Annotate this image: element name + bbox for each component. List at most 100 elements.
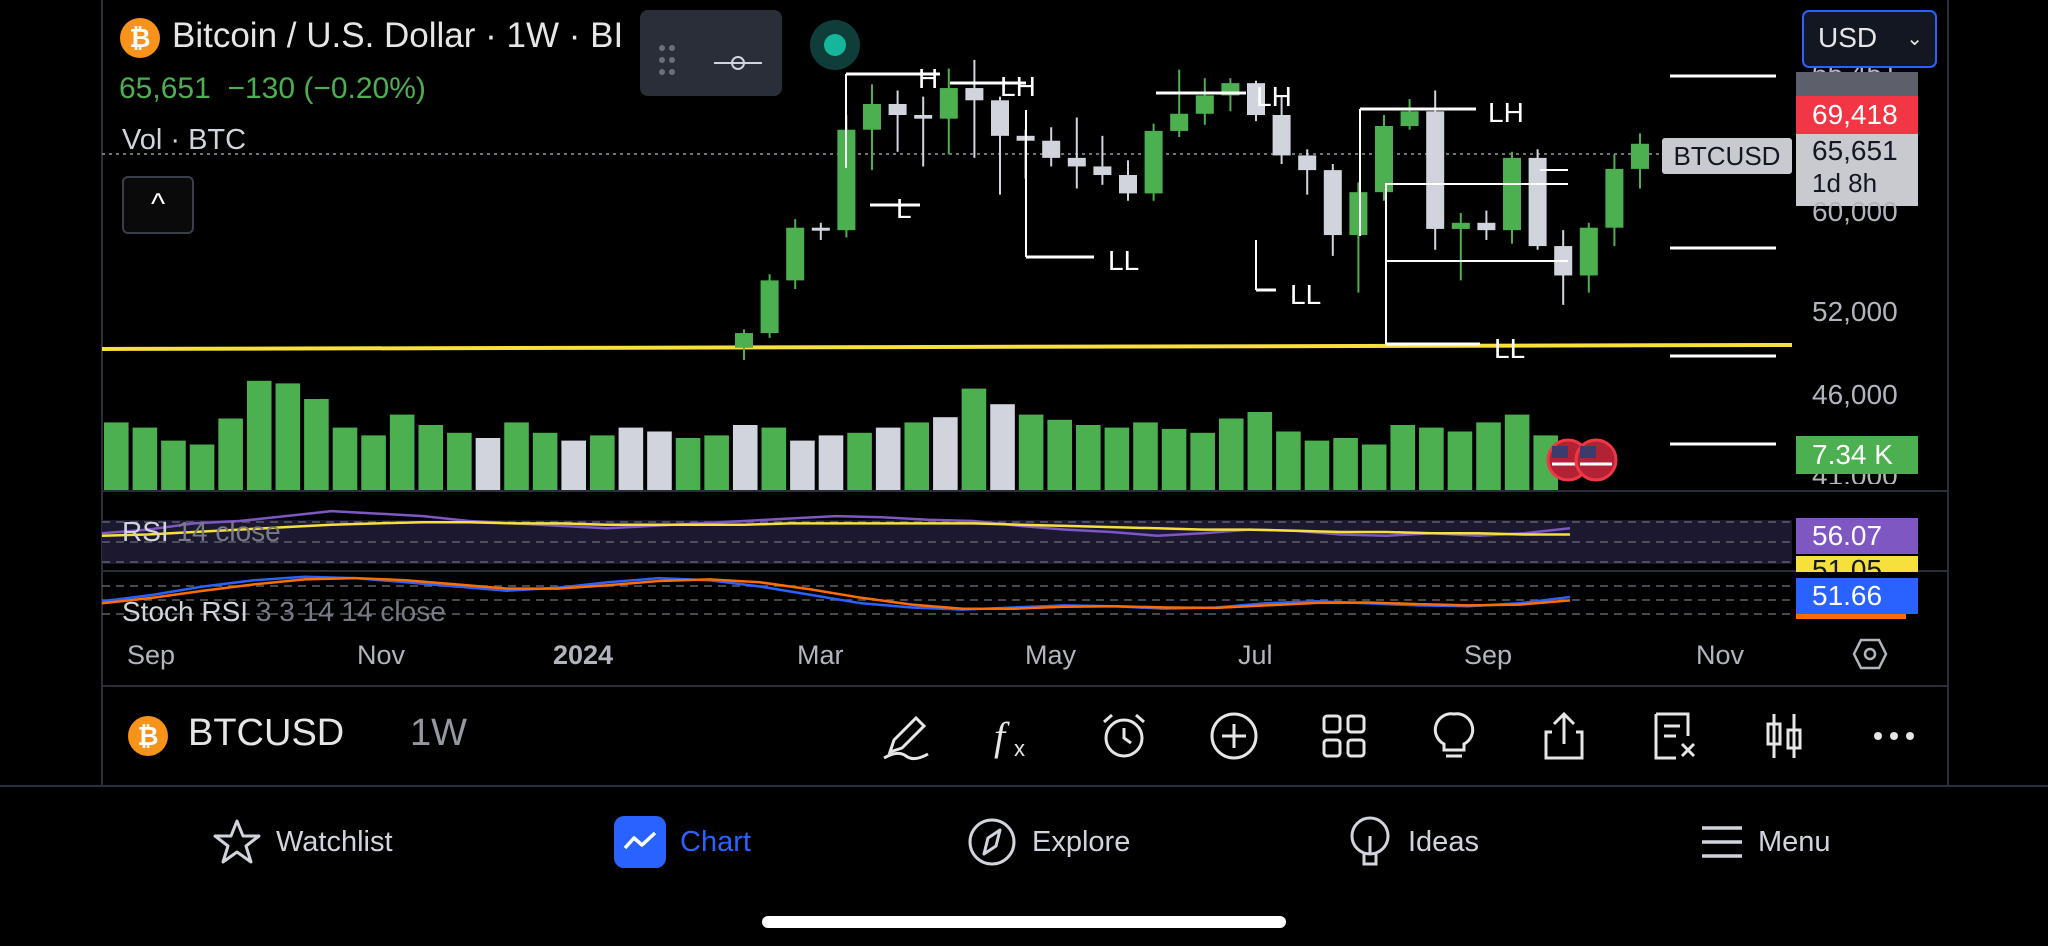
toolbar-coin-icon: ₿	[128, 716, 168, 756]
volume-bar	[1047, 419, 1072, 490]
candle-body	[991, 100, 1009, 136]
volume-bar	[790, 440, 815, 490]
alarm-icon[interactable]	[1094, 706, 1154, 766]
nav-ideas-label: Ideas	[1408, 825, 1479, 858]
price-tick-46000: 46,000	[1812, 379, 1898, 410]
support-trend-line	[101, 342, 1793, 351]
candle-body	[1477, 222, 1496, 231]
collapse-legend-button[interactable]: ^	[122, 176, 194, 234]
currency-select[interactable]: USD ⌄	[1802, 10, 1937, 68]
live-status-dot	[810, 20, 860, 70]
rsi-legend[interactable]: RSI 14 close	[122, 516, 281, 548]
volume-badge: 7.34 K	[1796, 436, 1918, 474]
us-flag-canton	[1580, 446, 1596, 458]
lightbulb-icon[interactable]	[1424, 706, 1484, 766]
svg-text:f: f	[994, 714, 1010, 759]
volume-bar	[818, 435, 844, 490]
last-price: 65,651	[1812, 135, 1898, 166]
candle-body	[863, 103, 881, 130]
volume-bar	[561, 440, 586, 490]
share-icon[interactable]	[1534, 706, 1594, 766]
currency-value: USD	[1818, 22, 1878, 53]
function-icon[interactable]: f x	[984, 706, 1044, 766]
rsi-params: 14 close	[176, 516, 281, 547]
candle-body	[1323, 170, 1342, 236]
candle-body	[1528, 157, 1547, 247]
bulb-icon	[1350, 816, 1390, 866]
candle-body	[1400, 111, 1419, 127]
plus-circle-icon[interactable]	[1204, 706, 1264, 766]
volume-bar	[618, 427, 644, 490]
compass-icon	[968, 818, 1016, 866]
settings-hex-icon[interactable]	[1852, 636, 1888, 672]
us-flag-canton	[1552, 446, 1568, 458]
volume-bar	[1133, 422, 1158, 490]
volume-bar	[504, 422, 529, 490]
swing-label: L	[896, 193, 912, 224]
stoch-params: 3 3 14 14 close	[255, 596, 446, 627]
volume-bar	[961, 388, 987, 490]
volume-bar	[1276, 431, 1301, 490]
swing-label: LL	[1290, 279, 1321, 310]
volume-bar	[675, 438, 701, 490]
chart-icon	[614, 816, 666, 868]
more-icon[interactable]	[1864, 706, 1924, 766]
nav-explore[interactable]: Explore	[966, 812, 1130, 872]
volume-bar	[1504, 414, 1530, 490]
drawing-toolbar-handle[interactable]	[640, 10, 782, 96]
candle-body	[1503, 157, 1521, 231]
svg-text:x: x	[1014, 736, 1025, 761]
volume-bar	[904, 422, 930, 490]
nav-chart[interactable]: Chart	[614, 812, 751, 872]
swing-label: LL	[1108, 245, 1139, 276]
toolbar-symbol[interactable]: BTCUSD	[188, 712, 344, 755]
home-indicator[interactable]	[762, 916, 1286, 928]
candle-body	[811, 227, 830, 231]
candle-body	[735, 333, 753, 348]
time-tick-nov: Nov	[357, 640, 406, 670]
time-tick-nov-2: Nov	[1696, 640, 1745, 670]
volume-bar	[418, 425, 444, 490]
nav-ideas[interactable]: Ideas	[1346, 812, 1479, 872]
stoch-name: Stoch RSI	[122, 596, 249, 627]
volume-bar	[447, 432, 472, 490]
time-tick-sep-2: Sep	[1464, 640, 1513, 670]
volume-bar	[1476, 422, 1501, 490]
volume-bar	[304, 399, 329, 490]
candle-body	[1579, 227, 1598, 276]
price-tick-52000: 52,000	[1812, 296, 1898, 327]
volume-legend[interactable]: Vol · BTC	[122, 124, 246, 157]
symbol-title[interactable]: Bitcoin / U.S. Dollar · 1W · BI	[172, 16, 623, 56]
volume-bar	[532, 432, 558, 490]
volume-bar	[1447, 431, 1473, 490]
toolbar-timeframe[interactable]: 1W	[410, 712, 467, 755]
candle-body	[1426, 111, 1445, 229]
stoch-value-badge: 51.66	[1796, 578, 1918, 614]
volume-bar	[990, 404, 1015, 490]
nav-watchlist[interactable]: Watchlist	[212, 812, 393, 872]
nav-menu[interactable]: Menu	[1700, 812, 1831, 872]
candle-body	[786, 227, 805, 281]
high-price-badge: 69,418	[1796, 96, 1918, 134]
stoch-d-badge-edge	[1796, 614, 1906, 619]
pencil-icon[interactable]	[876, 706, 936, 766]
volume-bar	[647, 431, 672, 490]
star-icon	[213, 819, 261, 864]
rsi-value-badge: 56.07	[1796, 518, 1918, 554]
volume-bar	[132, 427, 158, 490]
price-tick-60000: 60,000	[1812, 196, 1898, 227]
volume-bar	[1361, 444, 1387, 490]
volume-bar	[761, 427, 787, 490]
grid-icon[interactable]	[1314, 706, 1374, 766]
stoch-legend[interactable]: Stoch RSI 3 3 14 14 close	[122, 596, 446, 628]
note-icon[interactable]	[1644, 706, 1704, 766]
swing-label: LH	[1488, 97, 1524, 128]
nav-watchlist-label: Watchlist	[276, 825, 393, 858]
candle-body	[1042, 140, 1061, 158]
candle-body	[1375, 126, 1393, 193]
volume-bar	[218, 418, 243, 490]
drag-handle-icon	[659, 45, 762, 75]
volume-bar	[389, 414, 415, 490]
menu-icon	[1702, 826, 1742, 858]
candle-icon[interactable]	[1754, 706, 1814, 766]
